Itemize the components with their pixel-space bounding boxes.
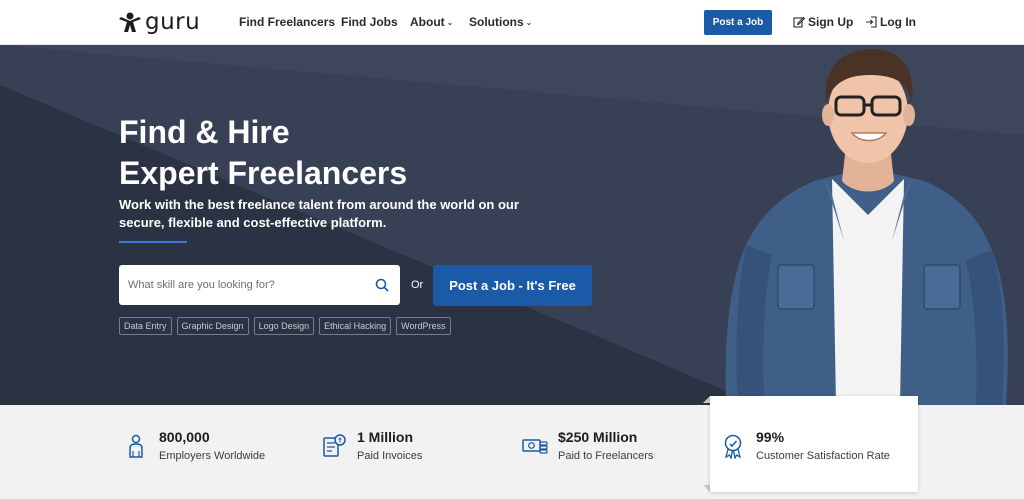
guru-logo[interactable]: guru	[118, 10, 200, 34]
hero-title-line1: Find & Hire	[119, 114, 290, 150]
chevron-down-icon: ⌄	[525, 18, 533, 27]
popular-skills: Data Entry Graphic Design Logo Design Et…	[119, 317, 451, 335]
hero-divider	[119, 241, 187, 243]
log-in-link[interactable]: Log In	[865, 15, 916, 29]
nav-solutions-label: Solutions	[469, 15, 524, 29]
logo-wordmark: guru	[145, 8, 201, 35]
hero-title: Find & Hire Expert Freelancers	[119, 112, 407, 194]
top-nav: guru Find Freelancers Find Jobs About ⌄ S…	[0, 0, 1024, 45]
skill-tag-logo-design[interactable]: Logo Design	[253, 317, 315, 335]
stat-paid-value: $250 Million	[558, 429, 638, 445]
satisfaction-card: 99% Customer Satisfaction Rate	[710, 396, 918, 492]
employers-icon	[129, 434, 143, 458]
hero-title-line2: Expert Freelancers	[119, 155, 408, 191]
log-in-label: Log In	[880, 15, 916, 29]
post-job-button[interactable]: Post a Job	[704, 10, 772, 35]
sign-up-link[interactable]: Sign Up	[793, 15, 853, 29]
nav-solutions[interactable]: Solutions ⌄	[469, 15, 532, 30]
stat-satisfaction: 99% Customer Satisfaction Rate	[720, 429, 890, 463]
skill-tag-wordpress[interactable]: WordPress	[396, 317, 451, 335]
stat-employers: 800,000 Employers Worldwide	[123, 429, 265, 463]
nav-find-jobs[interactable]: Find Jobs	[341, 15, 398, 29]
hero-subtitle: Work with the best freelance talent from…	[119, 197, 519, 230]
money-icon	[522, 439, 548, 454]
chevron-down-icon: ⌄	[446, 18, 454, 27]
edit-icon	[793, 16, 805, 28]
nav-find-freelancers[interactable]: Find Freelancers	[239, 15, 335, 29]
invoice-icon	[323, 434, 346, 457]
skill-tag-ethical-hacking[interactable]: Ethical Hacking	[319, 317, 392, 335]
hero-person-image	[725, 49, 1008, 405]
nav-about[interactable]: About ⌄	[410, 15, 453, 30]
nav-about-label: About	[410, 15, 445, 29]
hero-section: Find & Hire Expert Freelancers Work with…	[0, 45, 1024, 405]
stat-satisfaction-label: Customer Satisfaction Rate	[756, 450, 890, 462]
sign-up-label: Sign Up	[808, 15, 854, 29]
stat-invoices-value: 1 Million	[357, 429, 413, 445]
stat-invoices-label: Paid Invoices	[357, 450, 423, 462]
or-separator: Or	[411, 279, 424, 291]
stat-paid: $250 Million Paid to Freelancers	[522, 429, 653, 463]
stat-satisfaction-value: 99%	[756, 429, 785, 445]
stat-paid-label: Paid to Freelancers	[558, 450, 654, 462]
card-notch-bottom	[703, 485, 710, 492]
search-icon[interactable]	[374, 277, 390, 293]
guru-logo-icon	[119, 12, 141, 32]
login-icon	[866, 16, 877, 28]
stat-employers-label: Employers Worldwide	[159, 450, 266, 462]
award-icon	[724, 434, 742, 459]
stat-invoices: 1 Million Paid Invoices	[321, 429, 422, 463]
card-notch-top	[703, 396, 710, 403]
skill-tag-graphic-design[interactable]: Graphic Design	[176, 317, 249, 335]
skill-search-input[interactable]	[128, 279, 374, 291]
stat-employers-value: 800,000	[159, 429, 210, 445]
post-job-free-button[interactable]: Post a Job - It's Free	[433, 265, 592, 306]
skill-search	[119, 265, 400, 305]
skill-tag-data-entry[interactable]: Data Entry	[119, 317, 172, 335]
